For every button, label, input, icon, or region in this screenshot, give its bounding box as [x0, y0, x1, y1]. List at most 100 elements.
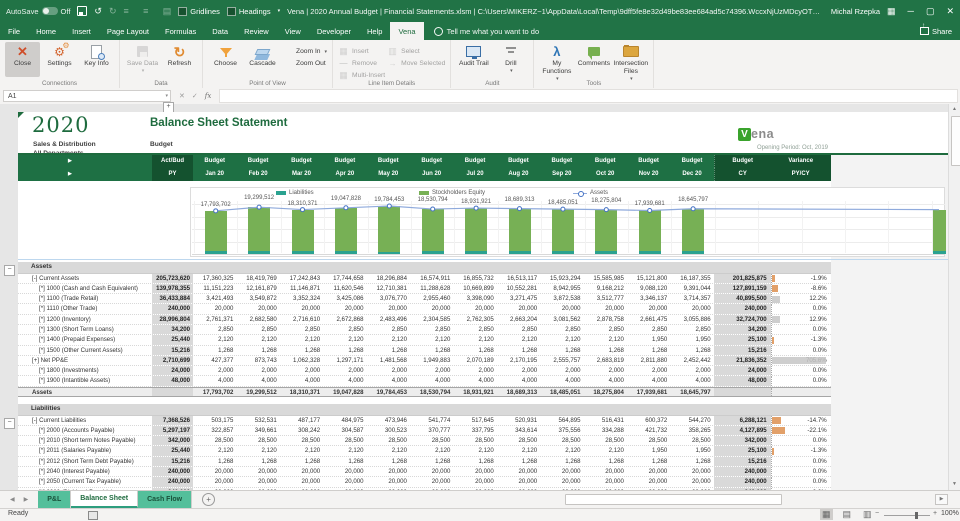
month-cell[interactable]: 28,500 [367, 436, 410, 445]
month-cell[interactable]: 1,268 [453, 346, 496, 355]
month-cell[interactable]: 28,500 [410, 436, 453, 445]
month-cell[interactable]: 20,000 [323, 467, 366, 476]
month-cell[interactable]: 20,000 [453, 477, 496, 486]
month-cell[interactable]: 487,177 [280, 416, 323, 425]
month-cell[interactable]: 2,304,585 [410, 315, 453, 324]
month-cell[interactable]: 20,000 [453, 467, 496, 476]
scroll-up-icon[interactable]: ▲ [949, 104, 960, 115]
month-cell[interactable]: 20,000 [367, 304, 410, 313]
menu-tab-page-layout[interactable]: Page Layout [99, 22, 157, 40]
month-cell[interactable]: 2,120 [323, 335, 366, 344]
menu-tab-file[interactable]: File [0, 22, 28, 40]
month-cell[interactable]: 516,431 [584, 416, 627, 425]
table-row[interactable]: [*] 2000 (Accounts Payable)5,297,197322,… [18, 426, 831, 436]
menu-tab-developer[interactable]: Developer [309, 22, 359, 40]
cy-cell[interactable]: 15,216 [714, 346, 771, 355]
month-cell[interactable]: 16,513,117 [497, 274, 540, 283]
table-total-row[interactable]: Assets17,793,70219,299,51218,310,37119,0… [18, 387, 831, 397]
variance-cell[interactable]: 0.0% [771, 325, 831, 334]
cy-cell[interactable]: 240,000 [714, 304, 771, 313]
month-cell[interactable]: 15,923,294 [540, 274, 583, 283]
month-cell[interactable]: 3,425,086 [323, 294, 366, 303]
month-cell[interactable]: 20,000 [193, 477, 236, 486]
month-cell[interactable]: 2,850 [584, 325, 627, 334]
month-cell[interactable]: 3,398,090 [453, 294, 496, 303]
month-cell[interactable]: 2,672,868 [323, 315, 366, 324]
month-cell[interactable]: 2,120 [280, 446, 323, 455]
month-cell[interactable]: 304,587 [323, 426, 366, 435]
month-cell[interactable]: 1,268 [584, 346, 627, 355]
month-cell[interactable]: 2,878,758 [584, 315, 627, 324]
outline-collapse-button[interactable]: − [4, 265, 15, 276]
header-month-cell[interactable]: Budget [280, 155, 323, 168]
normal-view-button[interactable]: ▦ [820, 509, 833, 520]
month-cell[interactable]: 20,000 [627, 304, 670, 313]
table-row[interactable]: [*] 1110 (Other Trade)240,00020,00020,00… [18, 304, 831, 314]
header-month-cell[interactable]: Budget [193, 155, 236, 168]
month-cell[interactable]: 2,483,496 [367, 315, 410, 324]
month-cell[interactable]: 28,500 [193, 436, 236, 445]
header-cy-cell[interactable]: CY [714, 168, 771, 181]
header-month-cell[interactable]: Budget [453, 155, 496, 168]
cy-cell[interactable]: 48,000 [714, 376, 771, 385]
table-row[interactable]: [-] Current Assets205,723,62017,360,3251… [18, 274, 831, 284]
intersection-files-button[interactable]: Intersection Files▾ [613, 42, 648, 82]
variance-cell[interactable]: 0.0% [771, 304, 831, 313]
row-label[interactable]: Assets [18, 388, 152, 396]
header-month-cell[interactable]: Oct 20 [584, 168, 627, 181]
month-cell[interactable]: 3,076,770 [367, 294, 410, 303]
month-cell[interactable]: 532,531 [236, 416, 279, 425]
month-cell[interactable]: 2,120 [280, 335, 323, 344]
py-cell[interactable] [152, 388, 193, 396]
month-cell[interactable]: 541,774 [410, 416, 453, 425]
month-cell[interactable]: 17,793,702 [193, 388, 236, 396]
month-cell[interactable]: 18,310,371 [280, 388, 323, 396]
row-label[interactable]: [*] 2012 (Short Term Debt Payable) [18, 457, 152, 466]
my-functions-button[interactable]: My Functions▾ [539, 42, 574, 82]
share-button[interactable]: Share [920, 22, 952, 40]
menu-tab-home[interactable]: Home [28, 22, 64, 40]
zoom-slider-track[interactable] [884, 515, 930, 516]
cy-cell[interactable]: 4,127,895 [714, 426, 771, 435]
header-month-cell[interactable]: Mar 20 [280, 168, 323, 181]
new-sheet-button[interactable]: + [202, 493, 215, 506]
py-cell[interactable]: 342,000 [152, 436, 193, 445]
month-cell[interactable]: 15,121,800 [627, 274, 670, 283]
row-label[interactable]: [-] Current Assets [18, 274, 152, 283]
month-cell[interactable]: 1,268 [670, 346, 713, 355]
month-cell[interactable]: 2,661,475 [627, 315, 670, 324]
autosave-toggle[interactable]: AutoSave Off [6, 7, 70, 16]
horizontal-scrollbar[interactable]: ▶ [560, 494, 948, 504]
month-cell[interactable]: 2,811,880 [627, 356, 670, 365]
month-cell[interactable]: 1,481,568 [367, 356, 410, 365]
month-cell[interactable]: 20,000 [584, 467, 627, 476]
month-cell[interactable]: 28,500 [323, 436, 366, 445]
header-month-cell[interactable]: Sep 20 [540, 168, 583, 181]
month-cell[interactable]: 28,500 [280, 436, 323, 445]
month-cell[interactable]: 334,288 [584, 426, 627, 435]
month-cell[interactable]: 20,000 [236, 467, 279, 476]
month-cell[interactable]: 8,942,955 [540, 284, 583, 293]
month-cell[interactable]: 358,265 [670, 426, 713, 435]
month-cell[interactable]: 20,000 [193, 304, 236, 313]
table-row[interactable]: [*] 1100 (Trade Retail)36,433,8843,421,4… [18, 294, 831, 304]
row-label[interactable]: [*] 1900 (Intantible Assets) [18, 376, 152, 385]
month-cell[interactable]: 2,850 [540, 325, 583, 334]
month-cell[interactable]: 2,000 [323, 366, 366, 375]
month-cell[interactable]: 1,950 [627, 446, 670, 455]
choose-button[interactable]: Choose [208, 42, 243, 77]
month-cell[interactable]: 2,716,610 [280, 315, 323, 324]
table-row[interactable]: [*] 1300 (Short Term Loans)34,2002,8502,… [18, 325, 831, 335]
month-cell[interactable]: 349,661 [236, 426, 279, 435]
month-cell[interactable]: 2,762,305 [453, 315, 496, 324]
cy-cell[interactable]: 21,836,352 [714, 356, 771, 365]
month-cell[interactable]: 19,047,828 [323, 388, 366, 396]
py-cell[interactable]: 7,368,526 [152, 416, 193, 425]
gridlines-checkbox[interactable]: Gridlines [178, 7, 220, 16]
month-cell[interactable]: 1,268 [627, 346, 670, 355]
row-label[interactable]: [*] 1000 (Cash and Cash Equivalent) [18, 284, 152, 293]
menu-tab-data[interactable]: Data [204, 22, 236, 40]
header-month-cell[interactable]: Aug 20 [497, 168, 540, 181]
month-cell[interactable]: 2,120 [453, 446, 496, 455]
month-cell[interactable]: 12,710,381 [367, 284, 410, 293]
